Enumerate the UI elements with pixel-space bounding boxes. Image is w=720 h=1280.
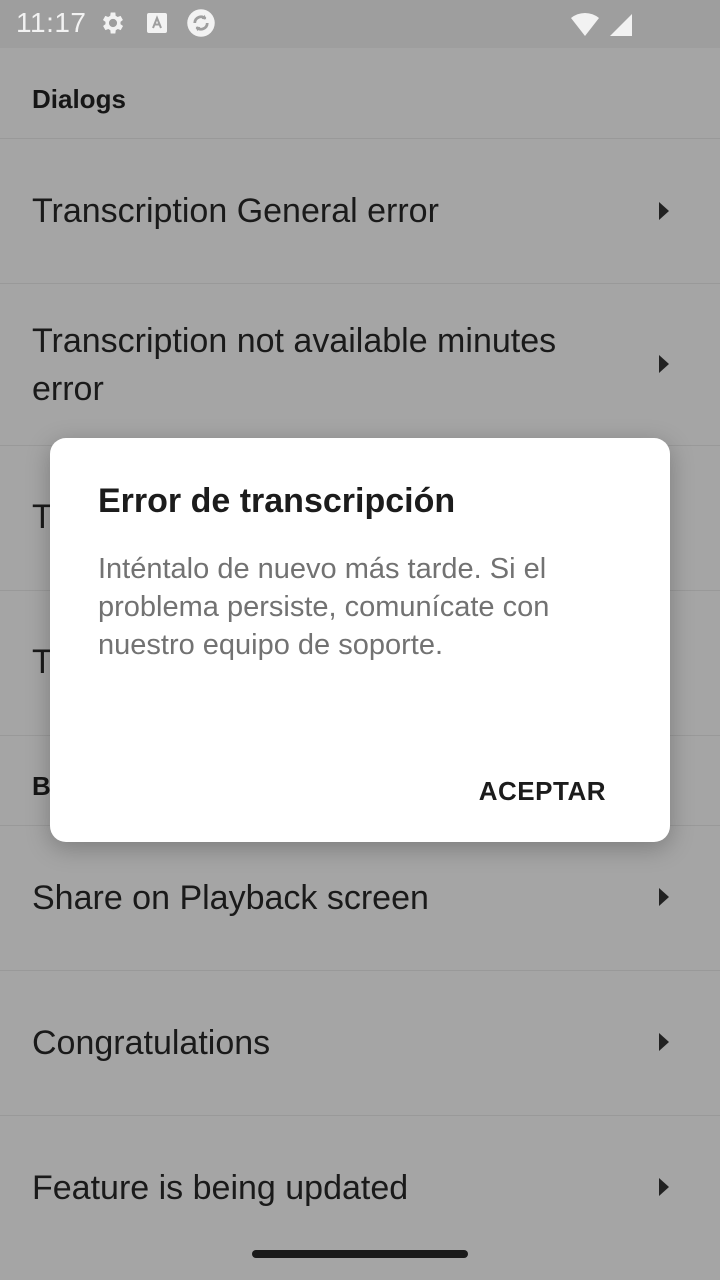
- wifi-icon: [570, 10, 600, 40]
- list-item-feature-updated[interactable]: Feature is being updated: [0, 1115, 720, 1260]
- list-item-label: Transcription General error: [32, 192, 439, 230]
- list-item-label: Transcription not available minutes erro…: [32, 322, 557, 408]
- list-item-label: Feature is being updated: [32, 1169, 409, 1207]
- list-item-transcription-general-error[interactable]: Transcription General error: [0, 138, 720, 284]
- status-bar: 11:17: [0, 0, 720, 48]
- dialog-title: Error de transcripción: [98, 482, 456, 520]
- settings-gear-icon: [98, 8, 128, 38]
- list-item-transcription-minutes-error[interactable]: Transcription not available minutes erro…: [0, 283, 720, 446]
- category-header-dialogs: Dialogs: [0, 48, 720, 139]
- chevron-right-icon: [659, 202, 669, 220]
- chevron-right-icon: [659, 1033, 669, 1051]
- dialog-message: Inténtalo de nuevo más tarde. Si el prob…: [98, 553, 550, 661]
- chevron-right-icon: [659, 1178, 669, 1196]
- keyboard-a-icon: [142, 8, 172, 38]
- sync-circle-icon: [186, 8, 216, 38]
- error-dialog: Error de transcripción Inténtalo de nuev…: [50, 438, 670, 842]
- list-item-label: Congratulations: [32, 1024, 271, 1062]
- accept-button[interactable]: ACEPTAR: [455, 756, 630, 826]
- chevron-right-icon: [659, 355, 669, 373]
- list-item-share-on-playback[interactable]: Share on Playback screen: [0, 825, 720, 971]
- list-item-congratulations[interactable]: Congratulations: [0, 970, 720, 1116]
- cell-signal-icon: [606, 10, 636, 40]
- category-label: B: [32, 771, 51, 801]
- chevron-right-icon: [659, 888, 669, 906]
- home-indicator[interactable]: [252, 1250, 468, 1258]
- category-label: Dialogs: [32, 84, 126, 114]
- list-item-label: Share on Playback screen: [32, 879, 429, 917]
- status-time: 11:17: [16, 7, 87, 38]
